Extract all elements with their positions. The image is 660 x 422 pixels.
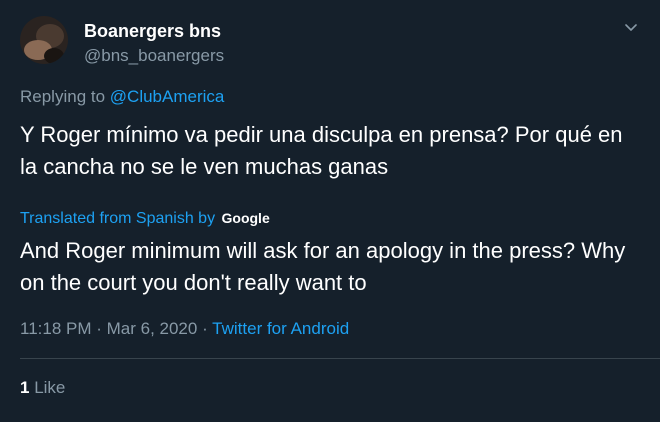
- tweet-text: Y Roger mínimo va pedir una disculpa en …: [20, 122, 623, 179]
- translated-from-link[interactable]: Translated from Spanish: [20, 210, 194, 227]
- translated-text: And Roger minimum will ask for an apolog…: [20, 238, 626, 295]
- tweet-source-link[interactable]: Twitter for Android: [212, 319, 349, 338]
- likes-stat[interactable]: 1 Like: [20, 377, 65, 399]
- author-display-name[interactable]: Boanergers bns: [84, 20, 221, 42]
- avatar[interactable]: [20, 16, 68, 64]
- meta-separator: ·: [197, 319, 213, 338]
- translated-by-label: by: [193, 210, 220, 227]
- replying-to: Replying to @ClubAmerica: [20, 86, 224, 108]
- tweet-meta: 11:18 PM · Mar 6, 2020 · Twitter for And…: [20, 318, 349, 340]
- google-logo: Google: [221, 210, 270, 226]
- like-label: Like: [29, 378, 66, 397]
- replying-to-label: Replying to: [20, 87, 110, 106]
- mention-link[interactable]: @ClubAmerica: [110, 87, 225, 106]
- translation-attribution: Translated from Spanish by Google: [20, 207, 270, 230]
- meta-separator: ·: [91, 319, 107, 338]
- divider: [20, 358, 660, 359]
- tweet-date[interactable]: Mar 6, 2020: [107, 319, 198, 338]
- chevron-down-icon[interactable]: [620, 16, 642, 38]
- tweet-time[interactable]: 11:18 PM: [20, 319, 92, 338]
- tweet-detail: Boanergers bns @bns_boanergers Replying …: [0, 0, 660, 422]
- author-handle[interactable]: @bns_boanergers: [84, 45, 224, 67]
